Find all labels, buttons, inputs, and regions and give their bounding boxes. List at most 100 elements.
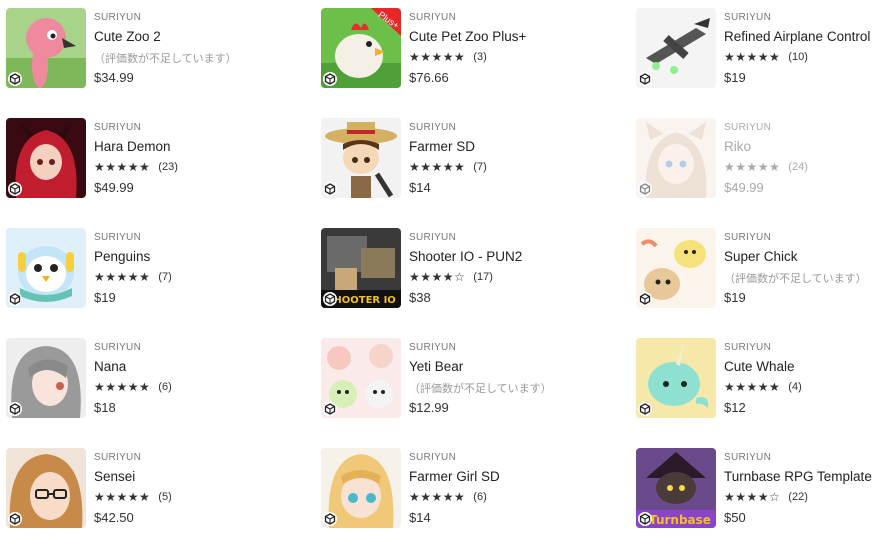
asset-title[interactable]: Turnbase RPG Template — [724, 469, 872, 484]
rating-row: ★★★★★ (23) — [94, 160, 178, 174]
publisher-link[interactable]: SURIYUN — [409, 122, 456, 133]
flamingo-thumbnail[interactable] — [6, 8, 86, 88]
publisher-link[interactable]: SURIYUN — [724, 452, 771, 463]
publisher-link[interactable]: SURIYUN — [724, 12, 771, 23]
asset-title[interactable]: Farmer SD — [409, 139, 475, 154]
asset-grid: SURIYUN Cute Zoo 2 （評価数が不足しています） $34.99 … — [0, 0, 885, 538]
unity-icon — [323, 292, 337, 306]
asset-title[interactable]: Cute Pet Zoo Plus+ — [409, 29, 526, 44]
asset-card-cute-pet-zoo-plus[interactable]: Plus+ SURIYUN Cute Pet Zoo Plus+ ★★★★★ (3… — [315, 0, 605, 88]
review-count: (7) — [473, 161, 487, 173]
publisher-link[interactable]: SURIYUN — [94, 232, 141, 243]
farmer-girl-thumbnail[interactable] — [321, 448, 401, 528]
asset-card-farmer-sd[interactable]: SURIYUN Farmer SD ★★★★★ (7) $14 — [315, 110, 605, 198]
asset-title[interactable]: Farmer Girl SD — [409, 469, 500, 484]
unity-icon — [638, 292, 652, 306]
rpg-thumbnail[interactable]: Turnbase — [636, 448, 716, 528]
asset-price: $49.99 — [724, 180, 764, 195]
nana-thumbnail[interactable] — [6, 338, 86, 418]
unity-icon — [638, 182, 652, 196]
demon-girl-thumbnail[interactable] — [6, 118, 86, 198]
asset-title[interactable]: Sensei — [94, 469, 135, 484]
cat-girl-thumbnail[interactable] — [636, 118, 716, 198]
asset-title[interactable]: Super Chick — [724, 249, 798, 264]
rating-row: ★★★★☆ (17) — [409, 270, 493, 284]
asset-card-cute-zoo-2[interactable]: SURIYUN Cute Zoo 2 （評価数が不足しています） $34.99 — [0, 0, 290, 88]
star-rating: ★★★★☆ — [724, 490, 781, 504]
asset-card-farmer-girl-sd[interactable]: SURIYUN Farmer Girl SD ★★★★★ (6) $14 — [315, 440, 605, 528]
rating-row: ★★★★★ (5) — [94, 490, 172, 504]
rating-row: （評価数が不足しています） — [409, 380, 552, 396]
sensei-thumbnail[interactable] — [6, 448, 86, 528]
asset-title[interactable]: Yeti Bear — [409, 359, 463, 374]
asset-title[interactable]: Shooter IO - PUN2 — [409, 249, 522, 264]
review-count: (6) — [473, 491, 487, 503]
asset-price: $76.66 — [409, 70, 449, 85]
asset-card-turnbase-rpg-template[interactable]: Turnbase SURIYUN Turnbase RPG Template ★… — [630, 440, 885, 528]
yeti-thumbnail[interactable] — [321, 338, 401, 418]
review-count: (3) — [473, 51, 487, 63]
asset-card-penguins[interactable]: SURIYUN Penguins ★★★★★ (7) $19 — [0, 220, 290, 308]
unity-icon — [323, 512, 337, 526]
publisher-link[interactable]: SURIYUN — [724, 232, 771, 243]
penguin-thumbnail[interactable] — [6, 228, 86, 308]
publisher-link[interactable]: SURIYUN — [409, 12, 456, 23]
rooster-thumbnail[interactable]: Plus+ — [321, 8, 401, 88]
publisher-link[interactable]: SURIYUN — [409, 232, 456, 243]
star-rating: ★★★★★ — [94, 490, 151, 504]
chick-thumbnail[interactable] — [636, 228, 716, 308]
no-rating-text: （評価数が不足しています） — [724, 273, 867, 285]
rating-row: ★★★★★ (6) — [94, 380, 172, 394]
asset-card-cute-whale[interactable]: SURIYUN Cute Whale ★★★★★ (4) $12 — [630, 330, 885, 418]
publisher-link[interactable]: SURIYUN — [409, 342, 456, 353]
unity-icon — [638, 72, 652, 86]
asset-title[interactable]: Cute Zoo 2 — [94, 29, 161, 44]
review-count: (22) — [788, 491, 808, 503]
asset-card-refined-airplane-control[interactable]: SURIYUN Refined Airplane Control ★★★★★ (1… — [630, 0, 885, 88]
unity-icon — [8, 292, 22, 306]
no-rating-text: （評価数が不足しています） — [409, 383, 552, 395]
unity-icon — [8, 512, 22, 526]
review-count: (10) — [788, 51, 808, 63]
asset-card-hara-demon[interactable]: SURIYUN Hara Demon ★★★★★ (23) $49.99 — [0, 110, 290, 198]
asset-price: $19 — [724, 290, 746, 305]
turnbase-badge: Turnbase — [649, 513, 711, 527]
star-rating: ★★★★★ — [724, 160, 781, 174]
asset-title[interactable]: Hara Demon — [94, 139, 171, 154]
star-rating: ★★★★★ — [724, 50, 781, 64]
asset-card-nana[interactable]: SURIYUN Nana ★★★★★ (6) $18 — [0, 330, 290, 418]
asset-price: $12.99 — [409, 400, 449, 415]
publisher-link[interactable]: SURIYUN — [94, 12, 141, 23]
asset-title[interactable]: Riko — [724, 139, 751, 154]
asset-card-riko[interactable]: SURIYUN Riko ★★★★★ (24) $49.99 — [630, 110, 885, 198]
asset-title[interactable]: Penguins — [94, 249, 150, 264]
review-count: (4) — [788, 381, 802, 393]
rating-row: （評価数が不足しています） — [724, 270, 867, 286]
star-rating: ★★★★★ — [724, 380, 781, 394]
asset-card-super-chick[interactable]: SURIYUN Super Chick （評価数が不足しています） $19 — [630, 220, 885, 308]
farmer-thumbnail[interactable] — [321, 118, 401, 198]
airplane-thumbnail[interactable] — [636, 8, 716, 88]
publisher-link[interactable]: SURIYUN — [94, 342, 141, 353]
asset-price: $42.50 — [94, 510, 134, 525]
rating-row: ★★★★★ (4) — [724, 380, 802, 394]
publisher-link[interactable]: SURIYUN — [724, 342, 771, 353]
star-rating: ★★★★★ — [409, 160, 466, 174]
asset-card-shooter-io[interactable]: SHOOTER IO SURIYUN Shooter IO - PUN2 ★★★… — [315, 220, 605, 308]
rating-row: ★★★★★ (3) — [409, 50, 487, 64]
asset-title[interactable]: Cute Whale — [724, 359, 795, 374]
publisher-link[interactable]: SURIYUN — [94, 122, 141, 133]
asset-price: $50 — [724, 510, 746, 525]
publisher-link[interactable]: SURIYUN — [94, 452, 141, 463]
shooter-thumbnail[interactable]: SHOOTER IO — [321, 228, 401, 308]
publisher-link[interactable]: SURIYUN — [724, 122, 771, 133]
asset-title[interactable]: Nana — [94, 359, 126, 374]
whale-thumbnail[interactable] — [636, 338, 716, 418]
asset-card-sensei[interactable]: SURIYUN Sensei ★★★★★ (5) $42.50 — [0, 440, 290, 528]
asset-price: $14 — [409, 180, 431, 195]
star-rating: ★★★★★ — [94, 270, 151, 284]
asset-title[interactable]: Refined Airplane Control — [724, 29, 870, 44]
asset-card-yeti-bear[interactable]: SURIYUN Yeti Bear （評価数が不足しています） $12.99 — [315, 330, 605, 418]
asset-price: $19 — [724, 70, 746, 85]
publisher-link[interactable]: SURIYUN — [409, 452, 456, 463]
